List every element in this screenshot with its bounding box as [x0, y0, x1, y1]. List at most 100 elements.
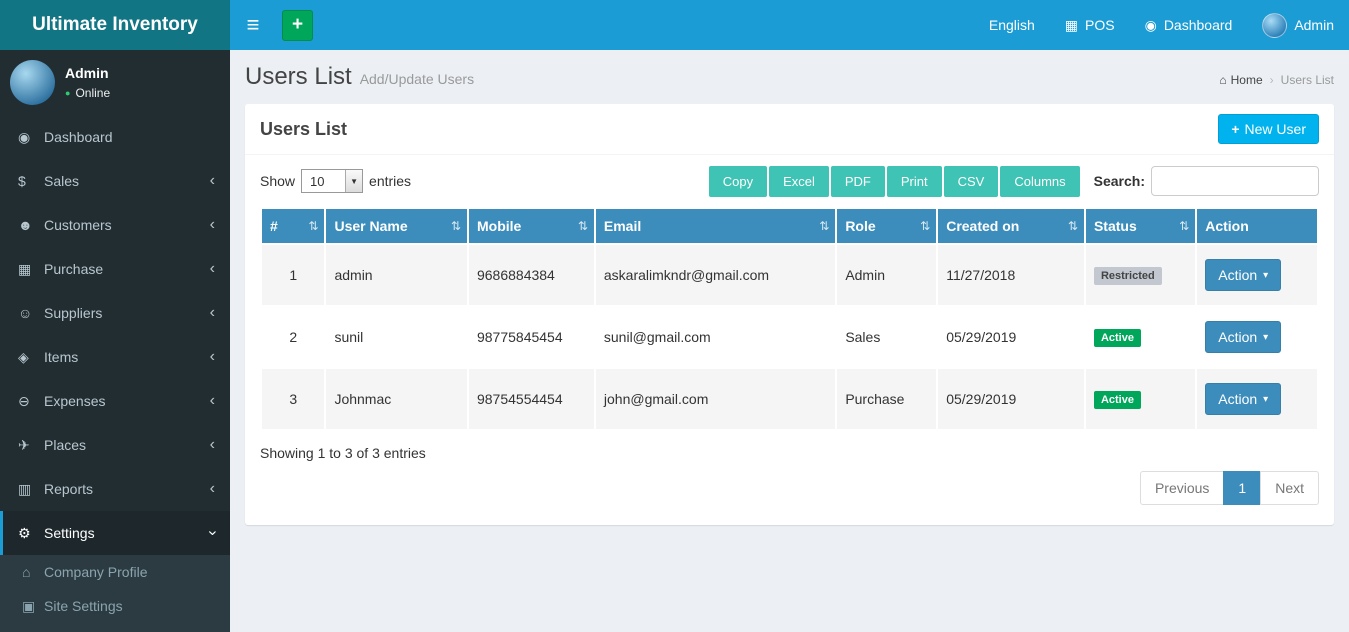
sidebar-item-customers[interactable]: ☻ Customers ‹: [0, 203, 230, 247]
cell-mobile: 9686884384: [469, 245, 594, 305]
col-header-num[interactable]: # ⇅: [262, 209, 324, 243]
row-action-button[interactable]: Action ▾: [1205, 383, 1281, 415]
table-controls: Show 10 ▼ entries Copy Excel PDF Print C…: [260, 165, 1319, 197]
search-input[interactable]: [1151, 166, 1319, 196]
chevron-down-icon: ‹: [204, 530, 220, 535]
cell-created-on: 05/29/2019: [938, 369, 1084, 429]
user-status: ● Online: [65, 86, 110, 100]
col-header-label: Created on: [946, 218, 1019, 234]
bar-chart-icon: ▥: [18, 480, 44, 498]
sidebar-item-settings[interactable]: ⚙ Settings ‹: [0, 511, 230, 555]
entries-select[interactable]: 10 ▼: [301, 169, 363, 193]
breadcrumb-home-link[interactable]: ⌂ Home: [1219, 73, 1262, 87]
new-user-button[interactable]: + New User: [1218, 114, 1319, 144]
sidebar-item-places[interactable]: ✈ Places ‹: [0, 423, 230, 467]
nav-dashboard[interactable]: ◉ Dashboard: [1130, 0, 1248, 50]
breadcrumb-separator: ›: [1270, 73, 1274, 87]
cell-email: john@gmail.com: [596, 369, 835, 429]
sort-icon: ⇅: [578, 219, 588, 233]
previous-page-button[interactable]: Previous: [1140, 471, 1224, 505]
sidebar-item-dashboard[interactable]: ◉ Dashboard: [0, 115, 230, 159]
export-csv-button[interactable]: CSV: [944, 166, 999, 197]
sidebar-user-panel: Admin ● Online: [0, 50, 230, 115]
sort-icon: ⇅: [451, 219, 461, 233]
next-page-button[interactable]: Next: [1260, 471, 1319, 505]
nav-pos[interactable]: ▦ POS: [1050, 0, 1130, 50]
dashboard-icon: ◉: [1145, 17, 1157, 34]
nav-user-menu[interactable]: Admin: [1247, 0, 1349, 50]
user-info: Admin ● Online: [65, 65, 110, 100]
page-1-button[interactable]: 1: [1223, 471, 1261, 505]
col-header-label: Email: [604, 218, 641, 234]
sort-icon: ⇅: [1068, 219, 1078, 233]
sidebar-item-label: Settings: [44, 524, 210, 542]
pos-label: POS: [1085, 17, 1115, 33]
sidebar-item-expenses[interactable]: ⊖ Expenses ‹: [0, 379, 230, 423]
submenu-item-company-profile[interactable]: ⌂ Company Profile: [0, 555, 230, 589]
cell-action: Action ▾: [1197, 307, 1317, 367]
shield-icon: ▣: [22, 597, 44, 615]
cell-num: 2: [262, 307, 324, 367]
row-action-button[interactable]: Action ▾: [1205, 321, 1281, 353]
sidebar-item-reports[interactable]: ▥ Reports ‹: [0, 467, 230, 511]
content-header: Users List Add/Update Users ⌂ Home › Use…: [230, 50, 1349, 104]
user-avatar: [10, 60, 55, 105]
user-plus-icon: ☺: [18, 304, 44, 322]
caret-down-icon: ▾: [1263, 394, 1268, 405]
building-icon: ⌂: [22, 563, 44, 581]
chevron-left-icon: ‹: [210, 261, 215, 277]
panel-title: Users List: [260, 115, 347, 143]
cell-user-name: Johnmac: [326, 369, 467, 429]
dropdown-arrow-icon: ▼: [345, 170, 362, 192]
entries-select-value: 10: [302, 174, 345, 189]
row-action-button[interactable]: Action ▾: [1205, 259, 1281, 291]
export-excel-button[interactable]: Excel: [769, 166, 829, 197]
nav-language[interactable]: English: [974, 0, 1050, 50]
grid-icon: ▦: [18, 260, 44, 278]
sort-icon: ⇅: [1179, 219, 1189, 233]
users-list-panel: Users List + New User Show 10 ▼ entries …: [245, 104, 1334, 525]
col-header-status[interactable]: Status ⇅: [1086, 209, 1195, 243]
status-badge: Restricted: [1094, 267, 1162, 285]
users-icon: ☻: [18, 216, 44, 234]
export-print-button[interactable]: Print: [887, 166, 942, 197]
sidebar-item-label: Reports: [44, 480, 210, 498]
settings-submenu: ⌂ Company Profile ▣ Site Settings ✂ Tax …: [0, 555, 230, 632]
col-header-role[interactable]: Role ⇅: [837, 209, 936, 243]
chevron-left-icon: ‹: [210, 349, 215, 365]
col-header-user-name[interactable]: User Name ⇅: [326, 209, 467, 243]
columns-button[interactable]: Columns: [1000, 166, 1079, 197]
cell-status: Active: [1086, 369, 1195, 429]
content: Users List Add/Update Users ⌂ Home › Use…: [230, 50, 1349, 632]
sidebar-item-items[interactable]: ◈ Items ‹: [0, 335, 230, 379]
sidebar-item-purchase[interactable]: ▦ Purchase ‹: [0, 247, 230, 291]
col-header-email[interactable]: Email ⇅: [596, 209, 835, 243]
sidebar-item-sales[interactable]: $ Sales ‹: [0, 159, 230, 203]
col-header-action: Action: [1197, 209, 1317, 243]
paper-plane-icon: ✈: [18, 436, 44, 454]
chevron-left-icon: ‹: [210, 305, 215, 321]
brand-logo[interactable]: Ultimate Inventory: [0, 0, 230, 50]
submenu-item-tax-list[interactable]: ✂ Tax List: [0, 623, 230, 632]
chevron-left-icon: ‹: [210, 437, 215, 453]
cell-status: Active: [1086, 307, 1195, 367]
table-footer: Showing 1 to 3 of 3 entries Previous 1 N…: [260, 445, 1319, 505]
col-header-created-on[interactable]: Created on ⇅: [938, 209, 1084, 243]
cell-action: Action ▾: [1197, 245, 1317, 305]
table-row: 3 Johnmac 98754554454 john@gmail.com Pur…: [262, 369, 1317, 429]
col-header-mobile[interactable]: Mobile ⇅: [469, 209, 594, 243]
language-label: English: [989, 17, 1035, 33]
sidebar-item-label: Dashboard: [44, 128, 215, 146]
panel-body: Show 10 ▼ entries Copy Excel PDF Print C…: [245, 155, 1334, 525]
cell-user-name: admin: [326, 245, 467, 305]
col-header-label: Mobile: [477, 218, 521, 234]
submenu-item-site-settings[interactable]: ▣ Site Settings: [0, 589, 230, 623]
cell-email: sunil@gmail.com: [596, 307, 835, 367]
quick-add-button[interactable]: +: [282, 10, 313, 41]
sidebar-toggle-button[interactable]: ≡: [230, 0, 276, 50]
export-pdf-button[interactable]: PDF: [831, 166, 885, 197]
action-label: Action: [1218, 267, 1257, 283]
table-row: 1 admin 9686884384 askaralimkndr@gmail.c…: [262, 245, 1317, 305]
export-copy-button[interactable]: Copy: [709, 166, 767, 197]
sidebar-item-suppliers[interactable]: ☺ Suppliers ‹: [0, 291, 230, 335]
